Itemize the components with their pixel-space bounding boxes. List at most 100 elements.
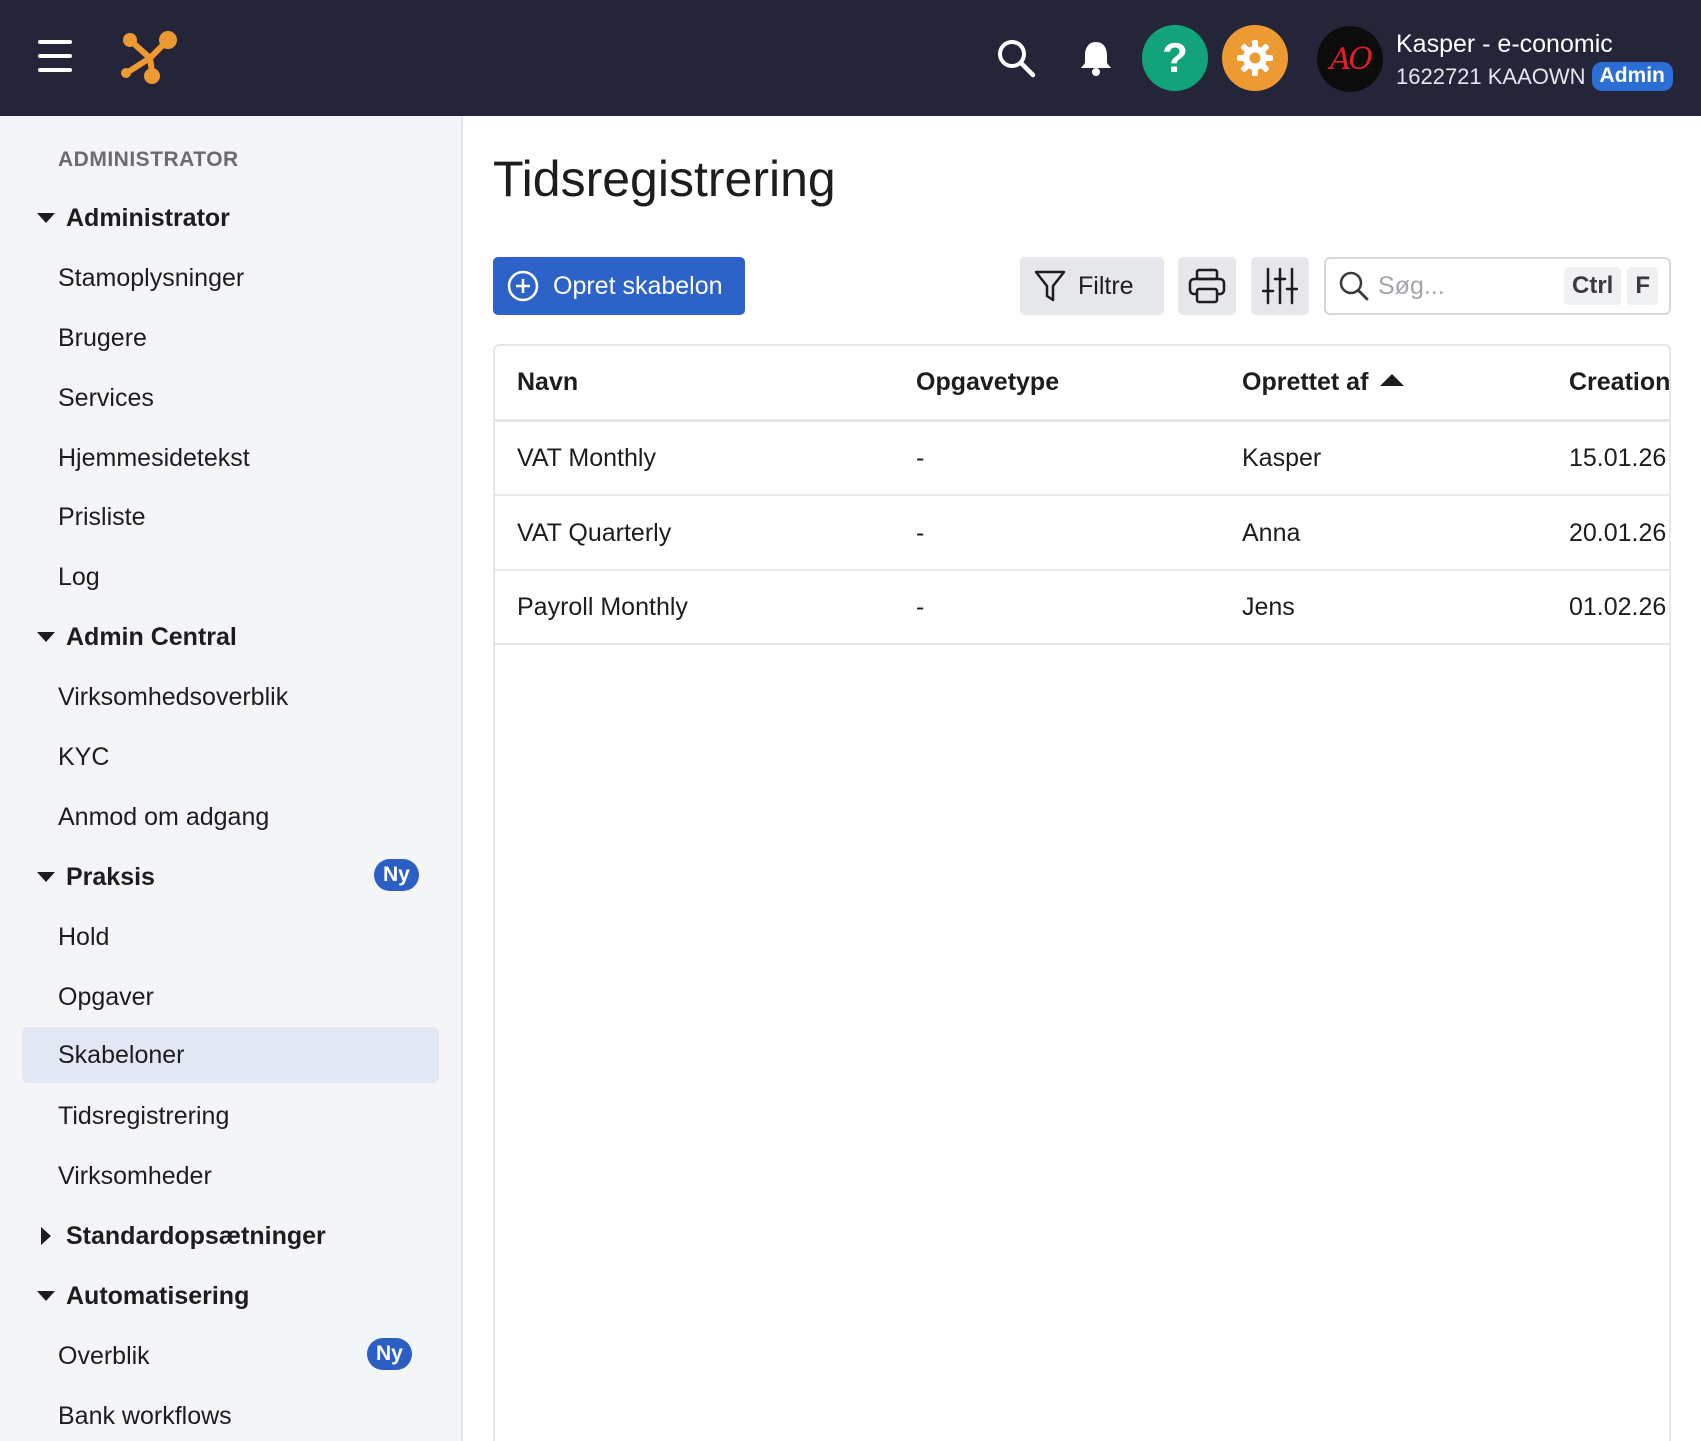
- cell-opgavetype: -: [916, 593, 925, 621]
- sidebar-item-tidsregistrering[interactable]: Tidsregistrering: [22, 1088, 439, 1144]
- cell-creation: 20.01.26: [1569, 519, 1667, 547]
- sidebar-item-log[interactable]: Log: [22, 549, 439, 605]
- sidebar-item-label: Overblik: [58, 1341, 150, 1370]
- sidebar-item-virksomheder[interactable]: Virksomheder: [22, 1148, 439, 1204]
- sidebar: ADMINISTRATOR Administrator Stamoplysnin…: [0, 116, 463, 1441]
- sidebar-item-label: Virksomheder: [58, 1161, 212, 1190]
- cell-navn: VAT Monthly: [517, 444, 656, 472]
- cell-creation: 01.02.26: [1569, 593, 1667, 621]
- column-header-label: Oprettet af: [1242, 368, 1369, 396]
- filter-button-label: Filtre: [1078, 271, 1134, 300]
- sidebar-item-label: Bank workflows: [58, 1401, 232, 1430]
- search-icon[interactable]: [984, 26, 1048, 90]
- new-badge: Ny: [367, 1338, 412, 1370]
- sidebar-item-hjemmesidetekst[interactable]: Hjemmesidetekst: [22, 430, 439, 486]
- sidebar-item-brugere[interactable]: Brugere: [22, 310, 439, 366]
- new-badge: Ny: [374, 859, 419, 891]
- plus-circle-icon: [507, 270, 539, 302]
- create-button-label: Opret skabelon: [553, 271, 723, 300]
- caret-right-icon: [36, 1226, 56, 1246]
- sidebar-item-skabeloner[interactable]: Skabeloner: [22, 1027, 439, 1083]
- sidebar-item-label: Anmod om adgang: [58, 802, 270, 831]
- sidebar-group-administrator[interactable]: Administrator: [22, 190, 439, 246]
- sidebar-item-prisliste[interactable]: Prisliste: [22, 489, 439, 545]
- sidebar-group-praksis[interactable]: Praksis Ny: [22, 849, 439, 905]
- sidebar-item-label: KYC: [58, 742, 110, 771]
- cell-opgavetype: -: [916, 444, 925, 472]
- user-meta: 1622721 KAAOWN Admin: [1396, 62, 1673, 91]
- avatar[interactable]: AO: [1317, 26, 1383, 92]
- sidebar-item-label: Services: [58, 383, 154, 412]
- column-header-navn[interactable]: Navn: [517, 368, 578, 397]
- sidebar-item-label: Log: [58, 562, 100, 591]
- sidebar-item-label: Hjemmesidetekst: [58, 443, 250, 472]
- sidebar-item-overblik[interactable]: Overblik Ny: [22, 1328, 439, 1384]
- table-header: Navn Opgavetype Oprettet af Creation: [495, 346, 1669, 422]
- shortcut-f-key: F: [1627, 267, 1659, 305]
- top-bar: ? AO Kasper - e-conomic 1622721 KAAOWN A…: [0, 0, 1701, 116]
- column-header-creation[interactable]: Creation: [1569, 368, 1669, 397]
- sidebar-group-automatisering[interactable]: Automatisering: [22, 1268, 439, 1324]
- sidebar-item-bank-workflows[interactable]: Bank workflows: [22, 1388, 439, 1441]
- column-settings-button[interactable]: [1251, 257, 1309, 315]
- account-id: 1622721 KAAOWN: [1396, 63, 1586, 89]
- sidebar-item-virksomhedsoverblik[interactable]: Virksomhedsoverblik: [22, 669, 439, 725]
- sidebar-item-label: Opgaver: [58, 982, 154, 1011]
- sidebar-item-label: Hold: [58, 922, 110, 951]
- print-button[interactable]: [1178, 257, 1236, 315]
- sidebar-group-standardopsaetninger[interactable]: Standardopsætninger: [22, 1208, 439, 1264]
- sidebar-item-label: Prisliste: [58, 502, 146, 531]
- caret-down-icon: [36, 867, 56, 887]
- sidebar-group-label: Admin Central: [66, 622, 237, 651]
- sidebar-item-label: Brugere: [58, 323, 147, 352]
- cell-opgavetype: -: [916, 519, 925, 547]
- cell-oprettet-af: Anna: [1242, 519, 1301, 547]
- user-name: Kasper - e-conomic: [1396, 30, 1613, 58]
- cell-oprettet-af: Jens: [1242, 593, 1295, 621]
- sidebar-item-label: Tidsregistrering: [58, 1101, 230, 1130]
- sidebar-section-label: ADMINISTRATOR: [58, 148, 239, 171]
- cell-oprettet-af: Kasper: [1242, 444, 1322, 472]
- column-header-oprettet-af[interactable]: Oprettet af: [1242, 368, 1405, 397]
- table-row[interactable]: VAT Monthly - Kasper 15.01.26: [495, 422, 1669, 496]
- sidebar-item-label: Virksomhedsoverblik: [58, 682, 289, 711]
- sidebar-group-label: Praksis: [66, 862, 155, 891]
- search-input[interactable]: [1378, 271, 1558, 301]
- hamburger-menu-icon[interactable]: [38, 40, 84, 76]
- sidebar-item-services[interactable]: Services: [22, 370, 439, 426]
- sidebar-group-label: Automatisering: [66, 1281, 250, 1310]
- column-header-opgavetype[interactable]: Opgavetype: [916, 368, 1059, 397]
- templates-table: Navn Opgavetype Oprettet af Creation VAT…: [493, 344, 1671, 1441]
- table-row[interactable]: Payroll Monthly - Jens 01.02.26: [495, 571, 1669, 645]
- shortcut-ctrl-key: Ctrl: [1564, 267, 1622, 305]
- sidebar-item-opgaver[interactable]: Opgaver: [22, 969, 439, 1025]
- sidebar-item-label: Stamoplysninger: [58, 263, 245, 292]
- gear-icon[interactable]: [1222, 25, 1288, 91]
- printer-icon: [1188, 268, 1226, 304]
- filter-button[interactable]: Filtre: [1020, 257, 1164, 315]
- sidebar-group-label: Standardopsætninger: [66, 1221, 326, 1250]
- create-template-button[interactable]: Opret skabelon: [493, 257, 745, 315]
- sidebar-item-anmod-om-adgang[interactable]: Anmod om adgang: [22, 789, 439, 845]
- app-logo[interactable]: [118, 28, 180, 88]
- role-badge: Admin: [1591, 62, 1673, 91]
- bell-icon[interactable]: [1064, 26, 1128, 90]
- filter-icon: [1034, 270, 1066, 302]
- help-icon[interactable]: ?: [1142, 25, 1208, 91]
- cell-creation: 15.01.26: [1569, 444, 1667, 472]
- page-title: Tidsregistrering: [493, 151, 836, 207]
- sidebar-item-hold[interactable]: Hold: [22, 909, 439, 965]
- caret-down-icon: [36, 208, 56, 228]
- sort-ascending-icon: [1380, 374, 1405, 386]
- caret-down-icon: [36, 627, 56, 647]
- table-row[interactable]: VAT Quarterly - Anna 20.01.26: [495, 497, 1669, 571]
- cell-navn: Payroll Monthly: [517, 593, 688, 621]
- sidebar-group-admin-central[interactable]: Admin Central: [22, 609, 439, 665]
- sidebar-item-stamoplysninger[interactable]: Stamoplysninger: [22, 250, 439, 306]
- sidebar-group-label: Administrator: [66, 203, 230, 232]
- sidebar-item-kyc[interactable]: KYC: [22, 729, 439, 785]
- cell-navn: VAT Quarterly: [517, 519, 672, 547]
- search-field[interactable]: Ctrl F: [1324, 257, 1671, 315]
- search-icon: [1339, 271, 1369, 301]
- caret-down-icon: [36, 1286, 56, 1306]
